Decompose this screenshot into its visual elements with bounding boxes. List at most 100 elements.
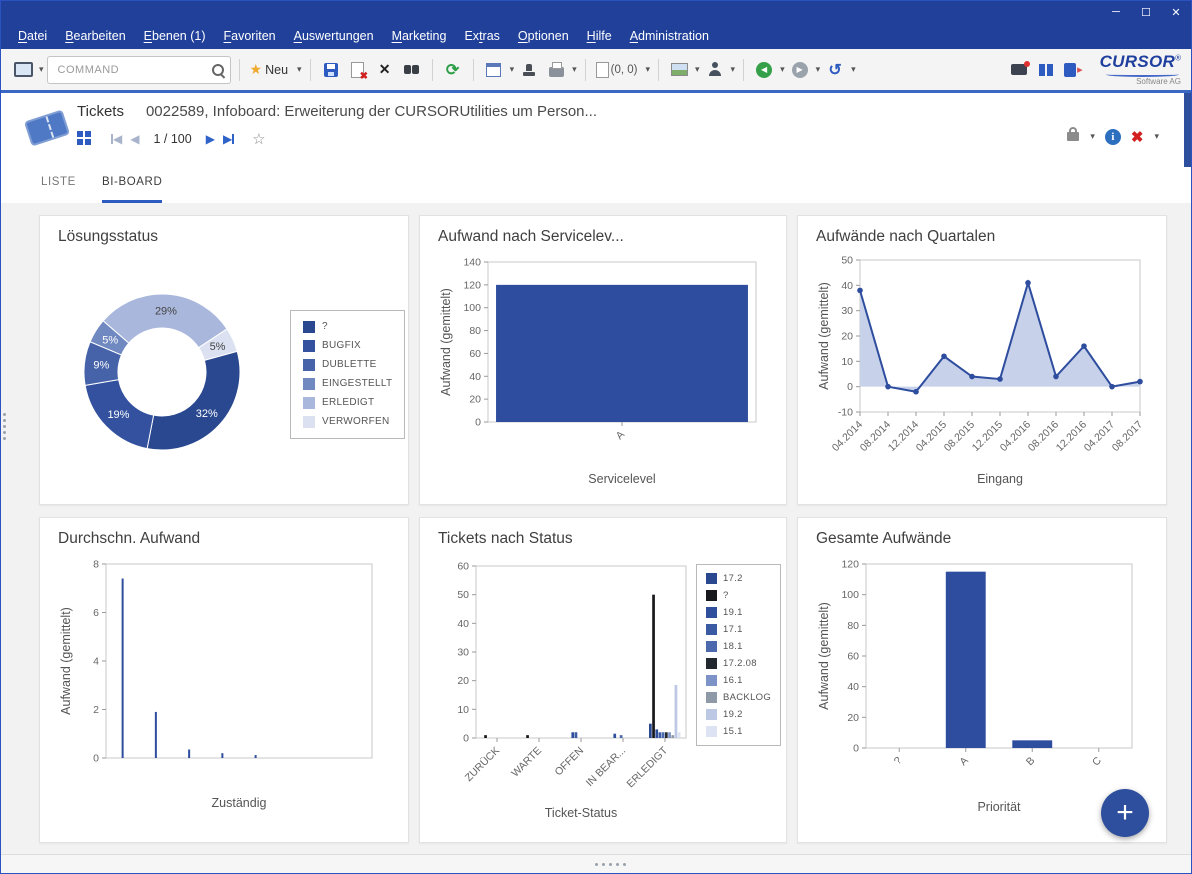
- legend-swatch-icon: [303, 321, 315, 333]
- legend-swatch-icon: [303, 397, 315, 409]
- nav-prev-button[interactable]: ◀: [130, 132, 139, 146]
- save-button[interactable]: [319, 57, 343, 83]
- command-box: [47, 56, 231, 84]
- close-record-dropdown[interactable]: ▾: [1154, 131, 1159, 142]
- selection-count-button[interactable]: (0, 0): [594, 57, 642, 83]
- new-record-button[interactable]: ★ Neu: [248, 57, 294, 83]
- logo-brand: CURSOR: [1100, 52, 1175, 71]
- logo-swoosh-icon: [1106, 72, 1179, 77]
- history-button[interactable]: ↺: [823, 57, 847, 83]
- chart-title-quartale: Aufwände nach Quartalen: [816, 228, 1152, 246]
- close-button[interactable]: ✕: [1161, 2, 1191, 22]
- delete-document-icon: ✖: [351, 62, 364, 78]
- selection-count-dropdown[interactable]: ▾: [645, 64, 650, 75]
- history-dropdown[interactable]: ▾: [851, 64, 856, 75]
- nav-next-button[interactable]: ▶: [206, 132, 215, 146]
- menu-optionen[interactable]: Optionen: [509, 29, 578, 43]
- menu-marketing[interactable]: Marketing: [383, 29, 456, 43]
- new-record-dropdown[interactable]: ▾: [297, 64, 302, 75]
- maximize-button[interactable]: ☐: [1131, 2, 1161, 22]
- screen-icon: [14, 62, 33, 77]
- panes-icon: [1039, 64, 1045, 76]
- print-button[interactable]: [544, 57, 568, 83]
- floppy-icon: [324, 63, 338, 77]
- system-monitor-button[interactable]: [1007, 57, 1031, 83]
- picture-icon: [671, 63, 688, 76]
- menu-auswertungen[interactable]: Auswertungen: [285, 29, 383, 43]
- svg-text:0: 0: [475, 417, 481, 429]
- nav-first-button[interactable]: ◀: [111, 132, 122, 146]
- close-record-button[interactable]: ✖: [1131, 128, 1144, 146]
- svg-text:50: 50: [457, 589, 469, 601]
- menu-ebenen1[interactable]: Ebenen (1): [135, 29, 215, 43]
- search-icon[interactable]: [210, 62, 226, 78]
- menu-administration[interactable]: Administration: [621, 29, 718, 43]
- legend-item: VERWORFEN: [303, 416, 392, 428]
- svg-text:Aufwand (gemittelt): Aufwand (gemittelt): [817, 282, 831, 390]
- overview-button[interactable]: [77, 131, 95, 147]
- lock-button[interactable]: [1067, 127, 1079, 146]
- svg-text:120: 120: [463, 279, 481, 291]
- card-aufwaende-quartale: Aufwände nach Quartalen -100102030405004…: [797, 215, 1167, 505]
- legend-swatch-icon: [706, 692, 717, 703]
- menu-extras[interactable]: Extras: [455, 29, 508, 43]
- forward-button[interactable]: ▶: [788, 57, 812, 83]
- svg-text:20: 20: [457, 675, 469, 687]
- svg-text:80: 80: [847, 620, 859, 632]
- contact-dropdown[interactable]: ▾: [731, 64, 736, 75]
- vendor-logo: CURSOR® Software AG: [1100, 53, 1181, 86]
- info-button[interactable]: i: [1105, 129, 1121, 145]
- svg-text:?: ?: [892, 755, 905, 768]
- print-dropdown[interactable]: ▾: [572, 64, 577, 75]
- record-position: 1 / 100: [153, 132, 191, 146]
- svg-text:40: 40: [847, 681, 859, 693]
- svg-text:30: 30: [457, 647, 469, 659]
- svg-text:0: 0: [93, 753, 99, 765]
- back-button[interactable]: ◀: [752, 57, 776, 83]
- command-target-dropdown[interactable]: ▾: [39, 64, 44, 75]
- splitter-handle[interactable]: [3, 413, 6, 416]
- form-dropdown[interactable]: ▾: [510, 64, 515, 75]
- form-button[interactable]: [482, 57, 506, 83]
- nav-last-button[interactable]: ▶: [223, 132, 234, 146]
- favorite-button[interactable]: ☆: [252, 130, 265, 148]
- back-dropdown[interactable]: ▾: [780, 64, 785, 75]
- tab-liste[interactable]: LISTE: [41, 176, 76, 203]
- chart-title-servicelevel: Aufwand nach Servicelev...: [438, 228, 772, 246]
- layout-button[interactable]: [1034, 57, 1058, 83]
- forward-dropdown[interactable]: ▾: [816, 64, 821, 75]
- add-fab-button[interactable]: +: [1101, 789, 1149, 837]
- menu-bearbeiten[interactable]: Bearbeiten: [56, 29, 134, 43]
- svg-text:0: 0: [853, 743, 859, 755]
- image-button[interactable]: [667, 57, 691, 83]
- legend-swatch-icon: [706, 573, 717, 584]
- lock-icon: [1067, 132, 1079, 141]
- image-dropdown[interactable]: ▾: [695, 64, 700, 75]
- hscroll-grip[interactable]: [595, 863, 598, 866]
- svg-text:OFFEN: OFFEN: [552, 745, 586, 779]
- chart-title-status: Tickets nach Status: [438, 530, 772, 548]
- svg-text:08.2017: 08.2017: [1110, 419, 1145, 454]
- legend-swatch-icon: [706, 641, 717, 652]
- legend-item: DUBLETTE: [303, 359, 392, 371]
- menu-favoriten[interactable]: Favoriten: [215, 29, 285, 43]
- minimize-button[interactable]: ─: [1101, 2, 1131, 22]
- tab-bi-board[interactable]: BI-BOARD: [102, 176, 162, 203]
- delete-record-button[interactable]: ✖: [346, 57, 370, 83]
- menu-hilfe[interactable]: Hilfe: [578, 29, 621, 43]
- contact-button[interactable]: [703, 57, 727, 83]
- menu-datei[interactable]: Datei: [9, 29, 56, 43]
- command-input[interactable]: [56, 63, 210, 77]
- svg-text:ERLEDIGT: ERLEDIGT: [625, 744, 671, 790]
- new-record-label: Neu: [265, 63, 288, 77]
- search-records-button[interactable]: [400, 57, 424, 83]
- svg-text:50: 50: [841, 255, 853, 267]
- tab-strip: LISTE BI-BOARD: [1, 167, 1191, 203]
- cancel-button[interactable]: ✕: [373, 57, 397, 83]
- command-target-button[interactable]: [11, 57, 35, 83]
- lock-dropdown[interactable]: ▾: [1090, 131, 1095, 142]
- record-title: 0022589, Infoboard: Erweiterung der CURS…: [146, 103, 597, 120]
- stamp-button[interactable]: [517, 57, 541, 83]
- logout-button[interactable]: [1061, 57, 1085, 83]
- refresh-button[interactable]: ⟳: [441, 57, 465, 83]
